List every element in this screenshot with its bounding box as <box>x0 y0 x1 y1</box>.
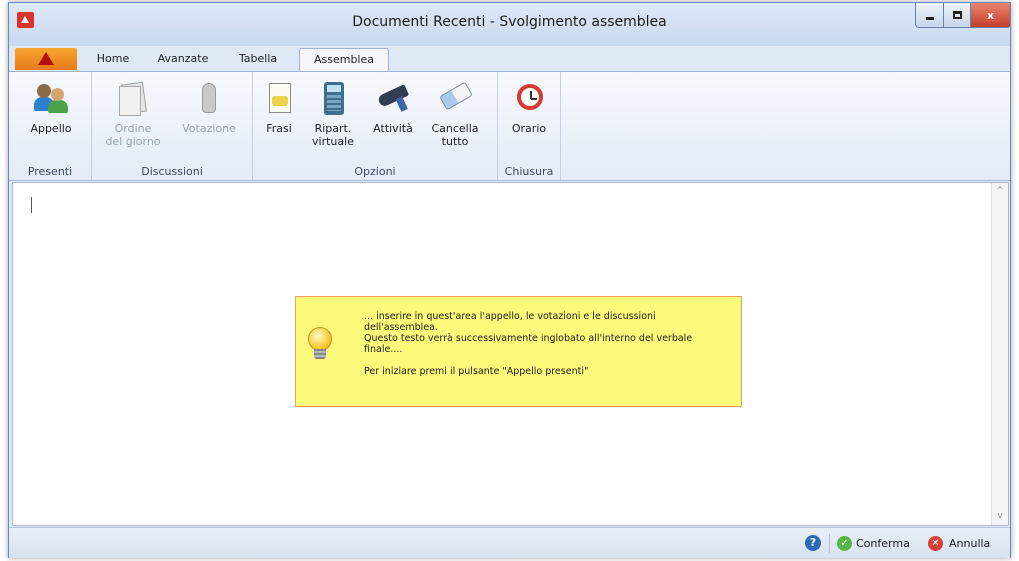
annulla-label: Annulla <box>949 537 991 550</box>
text-editor-area[interactable]: ... inserire in quest'area l'appello, le… <box>12 182 1009 526</box>
frasi-label: Frasi <box>266 122 292 135</box>
ordine-label: Ordine <box>114 122 152 135</box>
appello-label: Appello <box>30 122 72 135</box>
tab-assemblea[interactable]: Assemblea <box>299 48 389 72</box>
hint-line: Questo testo verrà successivamente inglo… <box>364 333 693 344</box>
close-icon: x <box>986 8 995 22</box>
appello-button[interactable]: Appello <box>21 80 81 135</box>
hint-line: finale.... <box>364 344 403 355</box>
ribbon-tabs: Home Avanzate Tabella Assemblea <box>9 48 1010 72</box>
hint-text: ... inserire in quest'area l'appello, le… <box>364 311 734 377</box>
conferma-label: Conferma <box>856 537 910 550</box>
ripart-label: Ripart. <box>314 122 352 135</box>
scroll-down-icon[interactable]: v <box>992 508 1008 525</box>
calculator-icon <box>315 80 351 118</box>
text-caret <box>31 197 32 213</box>
group-label-chiusura: Chiusura <box>504 165 554 178</box>
orario-label: Orario <box>511 122 547 135</box>
application-window: Documenti Recenti - Svolgimento assemble… <box>8 2 1011 558</box>
group-chiusura: Orario Chiusura <box>498 72 561 180</box>
ribbon: Appello Presenti Ordine del giorno Votaz… <box>9 71 1010 181</box>
alarm-clock-icon <box>511 80 547 118</box>
maximize-icon <box>952 11 962 19</box>
vertical-scrollbar[interactable]: ^ v <box>991 183 1008 525</box>
tutto-label: tutto <box>441 135 469 148</box>
hint-box: ... inserire in quest'area l'appello, le… <box>295 296 742 407</box>
votazione-label: Votazione <box>182 122 236 135</box>
cancel-x-icon: ✕ <box>928 536 943 551</box>
help-icon[interactable]: ? <box>805 535 821 551</box>
maximize-button[interactable] <box>943 3 971 28</box>
hint-line: ... inserire in quest'area l'appello, le… <box>364 311 656 322</box>
frasi-button[interactable]: Frasi <box>259 80 299 135</box>
hint-line: Per iniziare premi il pulsante "Appello … <box>364 366 589 377</box>
cancella-tutto-button[interactable]: Cancella tutto <box>425 80 485 148</box>
group-presenti: Appello Presenti <box>9 72 92 180</box>
phrases-document-icon <box>261 80 297 118</box>
hint-line: dell'assemblea. <box>364 322 438 333</box>
tab-tabella[interactable]: Tabella <box>235 50 281 70</box>
title-bar: Documenti Recenti - Svolgimento assemble… <box>9 3 1011 46</box>
confirm-check-icon: ✓ <box>837 536 852 551</box>
virtuale-label: virtuale <box>312 135 354 148</box>
scroll-up-icon[interactable]: ^ <box>992 183 1008 200</box>
eraser-icon <box>437 80 473 118</box>
ordine-del-giorno-button[interactable]: Ordine del giorno <box>102 80 164 148</box>
people-icon <box>33 80 69 118</box>
annulla-button[interactable]: ✕ Annulla <box>928 533 990 554</box>
del-giorno-label: del giorno <box>105 135 161 148</box>
group-label-presenti: Presenti <box>27 165 73 178</box>
tab-home[interactable]: Home <box>93 50 133 70</box>
group-label-opzioni: Opzioni <box>354 165 396 178</box>
tab-avanzate[interactable]: Avanzate <box>155 50 211 70</box>
document-icon <box>115 80 151 118</box>
cancella-label: Cancella <box>431 122 479 135</box>
group-label-discussioni: Discussioni <box>141 165 203 178</box>
attivita-button[interactable]: Attività <box>367 80 419 135</box>
conferma-button[interactable]: ✓ Conferma <box>837 533 910 554</box>
attivita-label: Attività <box>373 122 413 135</box>
group-discussioni: Ordine del giorno Votazione Discussioni <box>92 72 253 180</box>
minimize-icon <box>925 16 934 20</box>
lightbulb-icon <box>308 327 332 359</box>
votazione-button[interactable]: Votazione <box>176 80 242 135</box>
window-title: Documenti Recenti - Svolgimento assemble… <box>352 14 667 30</box>
status-bar: ? ✓ Conferma ✕ Annulla <box>9 527 1010 558</box>
ripart-virtuale-button[interactable]: Ripart. virtuale <box>305 80 361 148</box>
hand-icon <box>191 80 227 118</box>
drill-icon <box>375 80 411 118</box>
group-opzioni: Frasi Ripart. virtuale Attività Cancella… <box>253 72 498 180</box>
minimize-button[interactable] <box>915 3 944 28</box>
file-menu-tab[interactable] <box>15 48 77 70</box>
status-separator <box>829 534 830 553</box>
close-button[interactable]: x <box>970 3 1011 28</box>
orario-button[interactable]: Orario <box>504 80 554 135</box>
